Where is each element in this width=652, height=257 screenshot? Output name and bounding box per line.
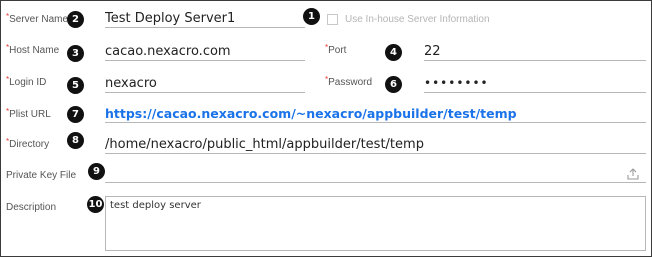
- server-name-label: *Server Name: [6, 12, 69, 25]
- callout-badge: 6: [385, 76, 402, 93]
- use-inhouse-checkbox[interactable]: [327, 14, 338, 25]
- private-key-label: Private Key File: [6, 170, 77, 181]
- callout-badge: 5: [67, 77, 84, 94]
- directory-input[interactable]: /home/nexacro/public_html/appbuilder/tes…: [105, 136, 646, 154]
- password-input[interactable]: ••••••••: [424, 75, 646, 93]
- login-id-label: *Login ID: [6, 75, 47, 88]
- callout-badge: 9: [88, 163, 105, 180]
- port-label: *Port: [325, 43, 347, 56]
- callout-badge: 8: [67, 132, 84, 149]
- deploy-server-form: *Server Name 2 Test Deploy Server1 1 Use…: [0, 0, 652, 257]
- port-input[interactable]: 22: [424, 43, 646, 61]
- host-name-input[interactable]: cacao.nexacro.com: [105, 43, 305, 61]
- callout-badge: 3: [67, 45, 84, 62]
- directory-label: *Directory: [6, 137, 50, 150]
- callout-badge: 4: [385, 44, 402, 61]
- plist-url-input[interactable]: https://cacao.nexacro.com/~nexacro/appbu…: [105, 105, 646, 123]
- password-label: *Password: [325, 75, 373, 88]
- private-key-input[interactable]: [105, 165, 646, 183]
- description-textarea[interactable]: test deploy server: [105, 196, 646, 251]
- callout-badge: 10: [87, 196, 104, 213]
- use-inhouse-label: Use In-house Server Information: [345, 14, 490, 25]
- callout-badge: 2: [67, 11, 84, 28]
- callout-badge: 1: [303, 8, 320, 25]
- callout-badge: 7: [67, 106, 84, 123]
- description-label: Description: [6, 202, 57, 213]
- upload-icon[interactable]: [627, 168, 639, 180]
- host-name-label: *Host Name: [6, 43, 60, 56]
- server-name-input[interactable]: Test Deploy Server1: [105, 10, 305, 28]
- login-id-input[interactable]: nexacro: [105, 75, 305, 93]
- plist-url-label: *Plist URL: [6, 107, 51, 120]
